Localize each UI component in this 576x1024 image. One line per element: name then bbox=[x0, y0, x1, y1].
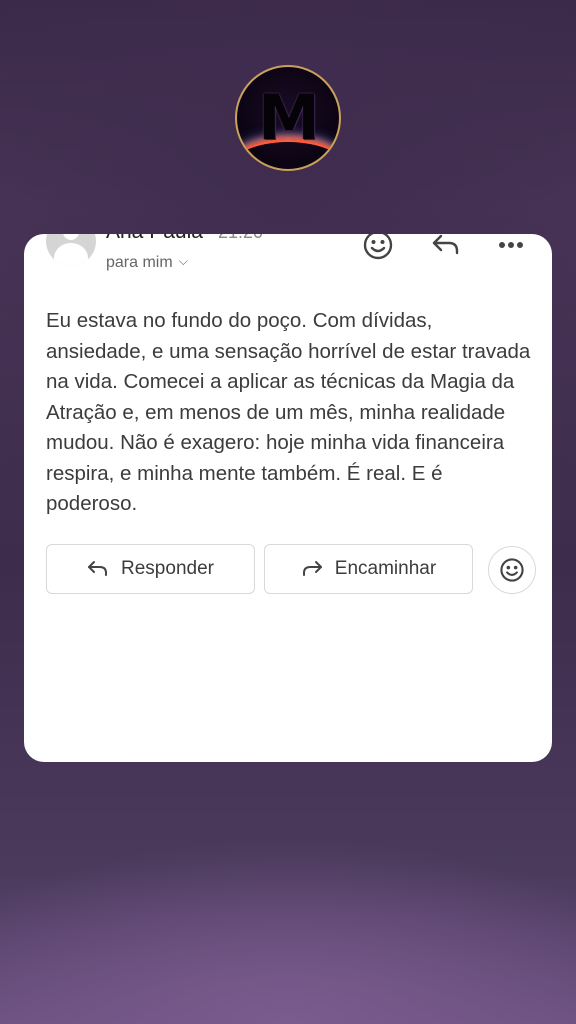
emoji-button[interactable] bbox=[488, 546, 536, 594]
recipient-label: para mim bbox=[106, 254, 173, 271]
reply-icon[interactable] bbox=[428, 234, 464, 262]
forward-button-label: Encaminhar bbox=[334, 558, 437, 579]
sender-avatar[interactable] bbox=[46, 234, 96, 266]
reply-icon bbox=[88, 561, 108, 576]
recipient-line[interactable]: para mim ⌵ bbox=[106, 254, 188, 272]
reply-button[interactable]: Responder bbox=[46, 544, 255, 594]
emoji-reaction-icon[interactable] bbox=[360, 234, 396, 262]
avatar-torso bbox=[54, 243, 88, 266]
more-icon bbox=[499, 242, 523, 248]
email-card: Ana Paula 21:20 para mim ⌵ Eu estava no f… bbox=[24, 234, 552, 762]
reply-arrow-icon bbox=[432, 234, 459, 255]
forward-icon bbox=[302, 561, 322, 576]
brand-logo: M bbox=[235, 65, 341, 171]
sender-name[interactable]: Ana Paula bbox=[106, 234, 203, 244]
logo-letter: M bbox=[258, 81, 320, 154]
emoji-icon bbox=[363, 234, 393, 260]
emoji-icon bbox=[500, 558, 524, 582]
email-body: Eu estava no fundo do poço. Com dívidas,… bbox=[46, 309, 531, 515]
reply-button-label: Responder bbox=[121, 558, 214, 579]
more-options-icon[interactable] bbox=[493, 234, 529, 262]
email-time: 21:20 bbox=[218, 234, 263, 243]
avatar-head bbox=[63, 234, 79, 240]
forward-button[interactable]: Encaminhar bbox=[264, 544, 473, 594]
chevron-down-icon[interactable]: ⌵ bbox=[179, 254, 188, 269]
